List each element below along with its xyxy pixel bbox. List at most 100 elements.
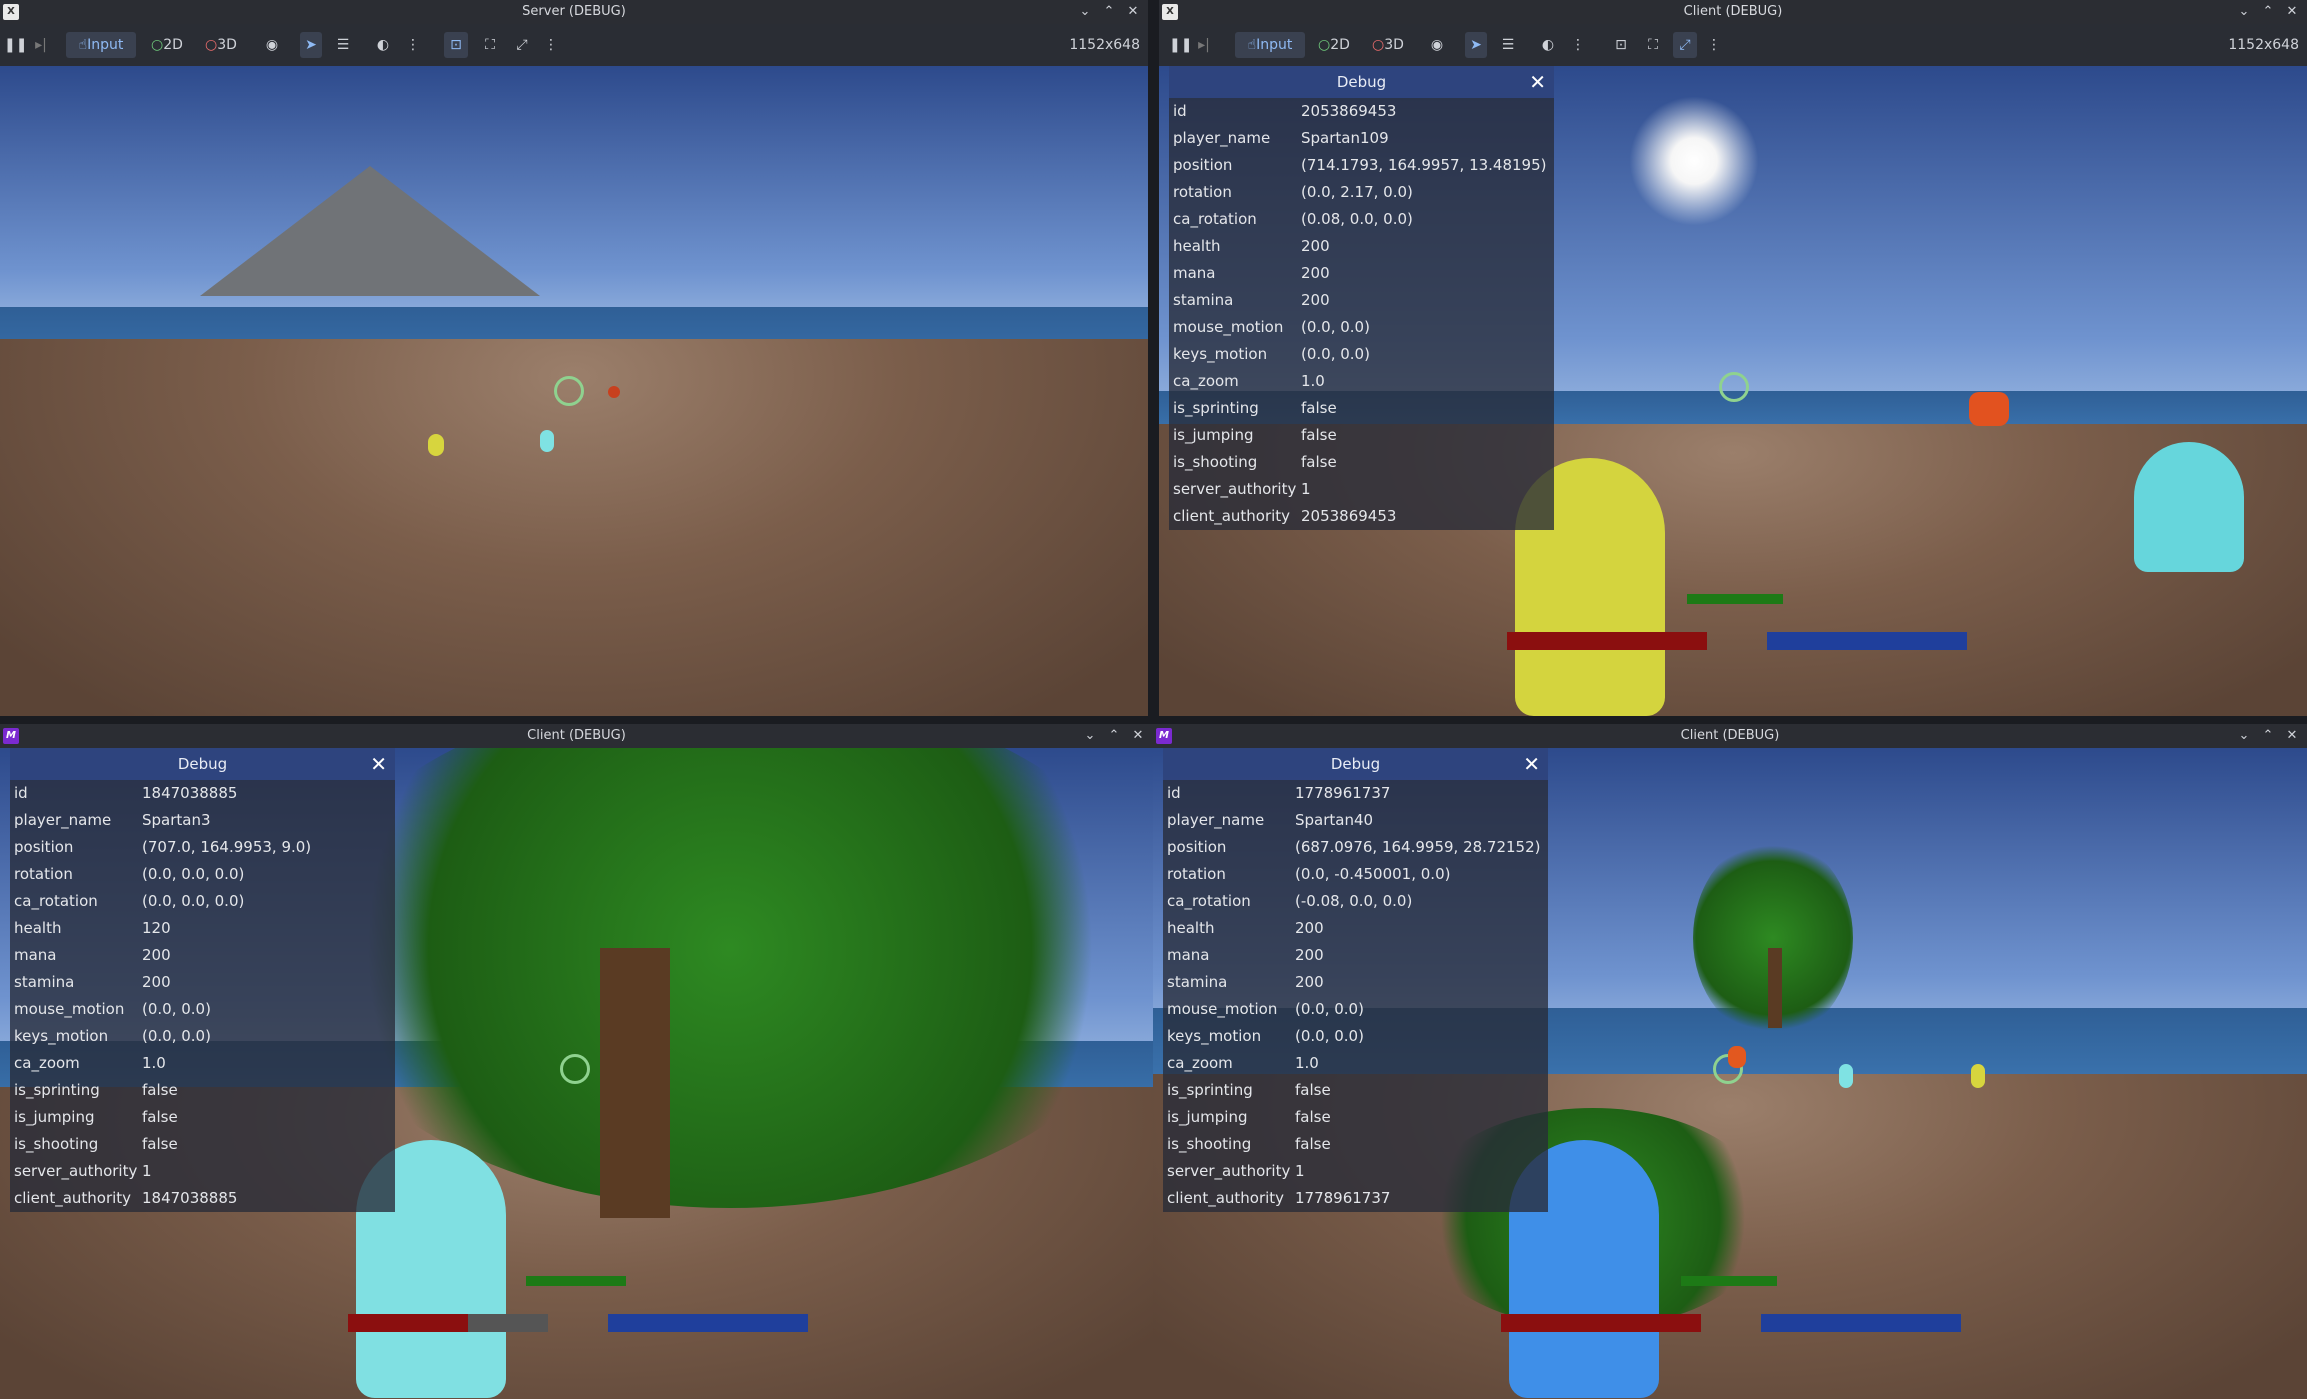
debug-key: player_name xyxy=(1167,811,1265,829)
step-icon[interactable]: ▸| xyxy=(32,32,50,58)
debug-row: health 200 xyxy=(1169,233,1554,260)
fullscreen-icon[interactable]: ⛶ xyxy=(1641,32,1665,58)
3d-button[interactable]: ○3D xyxy=(1367,32,1409,58)
more-icon[interactable]: ⋮ xyxy=(544,32,558,58)
debug-value: 1847038885 xyxy=(142,1189,238,1207)
debug-row: is_shooting false xyxy=(10,1131,395,1158)
minimize-icon[interactable]: ⌄ xyxy=(2235,2,2253,22)
input-button[interactable]: ☝Input xyxy=(66,32,136,58)
debug-key: id xyxy=(14,784,28,802)
more-icon[interactable]: ⋮ xyxy=(1707,32,1721,58)
debug-row: keys_motion (0.0, 0.0) xyxy=(10,1023,395,1050)
3d-button[interactable]: ○3D xyxy=(200,32,242,58)
debug-key: stamina xyxy=(14,973,75,991)
maximize-icon[interactable]: ⌃ xyxy=(2259,726,2277,746)
resolution-label: 1152x648 xyxy=(1069,37,1140,53)
debug-value: 200 xyxy=(1295,946,1324,964)
debug-value: (0.0, 0.0) xyxy=(1301,318,1370,336)
circle-icon: ○ xyxy=(1318,37,1331,53)
debug-value: 1 xyxy=(1301,480,1311,498)
debug-key: rotation xyxy=(1173,183,1232,201)
debug-row: client_authority 1847038885 xyxy=(10,1185,395,1212)
debug-key: is_jumping xyxy=(14,1108,95,1126)
more-icon[interactable]: ⋮ xyxy=(1571,32,1585,58)
list-icon[interactable]: ☰ xyxy=(1497,32,1519,58)
fullscreen-icon[interactable]: ⛶ xyxy=(478,32,502,58)
debug-key: is_jumping xyxy=(1167,1108,1248,1126)
cyan-player xyxy=(540,430,554,452)
list-icon[interactable]: ☰ xyxy=(332,32,354,58)
pause-icon[interactable]: ❚❚ xyxy=(4,32,27,58)
debug-key: health xyxy=(1173,237,1221,255)
circle-icon: ○ xyxy=(151,37,164,53)
circle-icon: ○ xyxy=(1372,37,1385,53)
window-title: Client (DEBUG) xyxy=(1683,4,1783,19)
close-icon[interactable]: ✕ xyxy=(1529,66,1546,98)
debug-row: mouse_motion (0.0, 0.0) xyxy=(1163,996,1548,1023)
frame-icon[interactable]: ⊡ xyxy=(444,32,468,58)
visibility-icon[interactable]: ◉ xyxy=(1427,32,1447,58)
game-toolbar: ❚❚ ▸| ☝Input ○2D ○3D ◉ ➤ ☰ ◐ ⋮ ⊡ ⛶ ⤢ ⋮ 1… xyxy=(1159,24,2307,66)
player-stamina-bar xyxy=(1687,594,1783,604)
debug-row: is_sprinting false xyxy=(10,1077,395,1104)
pause-icon[interactable]: ❚❚ xyxy=(1169,32,1192,58)
more-icon[interactable]: ⋮ xyxy=(406,32,420,58)
close-icon[interactable]: ✕ xyxy=(1523,748,1540,780)
game-viewport[interactable] xyxy=(0,66,1148,716)
expand-icon[interactable]: ⤢ xyxy=(510,32,534,58)
maximize-icon[interactable]: ⌃ xyxy=(1100,2,1118,22)
debug-row: player_name Spartan40 xyxy=(1163,807,1548,834)
debug-row: is_shooting false xyxy=(1163,1131,1548,1158)
player-mana-bar xyxy=(608,1314,808,1332)
debug-value: false xyxy=(1301,399,1337,417)
debug-value: (0.0, 0.0) xyxy=(142,1000,211,1018)
minimize-icon[interactable]: ⌄ xyxy=(2235,726,2253,746)
visibility-icon[interactable]: ◉ xyxy=(262,32,282,58)
game-viewport[interactable]: Debug ✕ id 2053869453 player_name Spartan10… xyxy=(1159,66,2307,716)
debug-row: ca_rotation (0.08, 0.0, 0.0) xyxy=(1169,206,1554,233)
close-icon[interactable]: ✕ xyxy=(2283,2,2301,22)
camera-icon[interactable]: ◐ xyxy=(1537,32,1559,58)
debug-row: player_name Spartan3 xyxy=(10,807,395,834)
minimize-icon[interactable]: ⌄ xyxy=(1076,2,1094,22)
close-icon[interactable]: ✕ xyxy=(370,748,387,780)
debug-row: server_authority 1 xyxy=(1163,1158,1548,1185)
select-icon[interactable]: ➤ xyxy=(1465,32,1487,58)
debug-row: rotation (0.0, 2.17, 0.0) xyxy=(1169,179,1554,206)
debug-row: is_jumping false xyxy=(1169,422,1554,449)
debug-row: ca_zoom 1.0 xyxy=(10,1050,395,1077)
debug-key: id xyxy=(1173,102,1187,120)
frame-icon[interactable]: ⊡ xyxy=(1609,32,1633,58)
resolution-label: 1152x648 xyxy=(2228,37,2299,53)
step-icon[interactable]: ▸| xyxy=(1195,32,1213,58)
debug-value: 200 xyxy=(142,946,171,964)
camera-icon[interactable]: ◐ xyxy=(372,32,394,58)
red-object xyxy=(1969,392,2009,426)
debug-row: server_authority 1 xyxy=(1169,476,1554,503)
debug-value: (0.0, 0.0) xyxy=(1295,1027,1364,1045)
debug-value: (707.0, 164.9953, 9.0) xyxy=(142,838,312,856)
debug-value: 1847038885 xyxy=(142,784,238,802)
close-icon[interactable]: ✕ xyxy=(2283,726,2301,746)
select-icon[interactable]: ➤ xyxy=(300,32,322,58)
maximize-icon[interactable]: ⌃ xyxy=(2259,2,2277,22)
2d-button[interactable]: ○2D xyxy=(1313,32,1355,58)
debug-key: is_shooting xyxy=(14,1135,99,1153)
expand-icon[interactable]: ⤢ xyxy=(1673,32,1697,58)
debug-value: (714.1793, 164.9957, 13.48195) xyxy=(1301,156,1547,174)
game-viewport[interactable]: Debug ✕ id 1847038885 player_name Spartan3 p… xyxy=(0,748,1153,1399)
debug-row: stamina 200 xyxy=(1169,287,1554,314)
debug-key: client_authority xyxy=(1167,1189,1285,1207)
debug-value: (687.0976, 164.9959, 28.72152) xyxy=(1295,838,1541,856)
close-icon[interactable]: ✕ xyxy=(1129,726,1147,746)
debug-row: mana 200 xyxy=(1163,942,1548,969)
debug-row: player_name Spartan109 xyxy=(1169,125,1554,152)
game-viewport[interactable]: Debug ✕ id 1778961737 player_name Spartan40… xyxy=(1153,748,2307,1399)
close-icon[interactable]: ✕ xyxy=(1124,2,1142,22)
2d-button[interactable]: ○2D xyxy=(146,32,188,58)
minimize-icon[interactable]: ⌄ xyxy=(1081,726,1099,746)
input-button[interactable]: ☝Input xyxy=(1235,32,1305,58)
debug-key: rotation xyxy=(1167,865,1226,883)
maximize-icon[interactable]: ⌃ xyxy=(1105,726,1123,746)
debug-key: position xyxy=(1167,838,1227,856)
